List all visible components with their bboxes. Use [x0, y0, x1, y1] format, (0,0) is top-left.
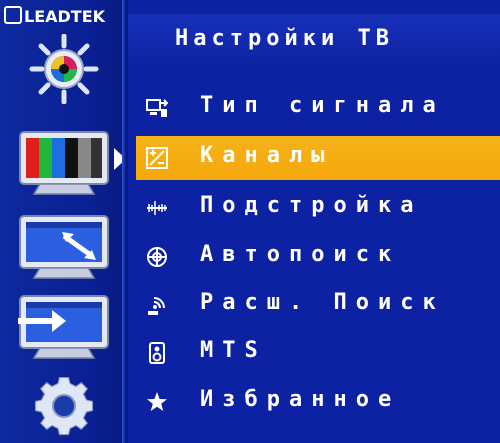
- menu-item-label: Тип сигнала: [200, 93, 445, 118]
- advanced-scan-icon: [148, 297, 165, 315]
- screen-resize-icon[interactable]: [18, 212, 110, 282]
- menu-item-advanced-scan[interactable]: Расш. Поиск: [136, 283, 500, 327]
- sidebar-divider: [122, 0, 126, 443]
- gear-icon[interactable]: [18, 370, 110, 440]
- menu-item-label: Подстройка: [200, 193, 423, 218]
- page-title: Настройки ТВ: [175, 26, 394, 51]
- tv-color-bars-icon[interactable]: [18, 128, 110, 198]
- menu-item-mts[interactable]: MTS: [136, 331, 500, 375]
- menu-item-favorites[interactable]: Избранное: [136, 380, 500, 424]
- brand-logo-text: LEADTEK: [24, 7, 106, 26]
- menu-item-label: Расш. Поиск: [200, 290, 445, 315]
- menu-item-label: MTS: [200, 338, 267, 363]
- menu-item-label: Автопоиск: [200, 242, 401, 267]
- menu-item-auto-scan[interactable]: Автопоиск: [136, 235, 500, 279]
- input-source-icon[interactable]: [18, 292, 110, 362]
- menu-item-channels[interactable]: Каналы: [136, 136, 500, 180]
- auto-scan-icon: [147, 247, 167, 267]
- picture-settings-icon[interactable]: [18, 34, 110, 104]
- star-icon: [147, 392, 167, 411]
- signal-type-icon: [146, 99, 168, 117]
- brand-logo-mark: [4, 6, 22, 24]
- channels-icon: [146, 147, 168, 169]
- tv-settings-screen: LEADTEK Настройки ТВ Тип сигнала Каналы …: [0, 0, 500, 443]
- menu-item-label: Избранное: [200, 387, 401, 412]
- menu-item-fine-tune[interactable]: Подстройка: [136, 186, 500, 230]
- menu-item-label: Каналы: [200, 143, 334, 168]
- mts-audio-icon: [149, 342, 165, 364]
- menu-item-signal-type[interactable]: Тип сигнала: [136, 86, 500, 130]
- sidebar: LEADTEK: [0, 0, 128, 443]
- fine-tune-icon: [147, 201, 167, 215]
- brand-logo: LEADTEK: [4, 6, 105, 26]
